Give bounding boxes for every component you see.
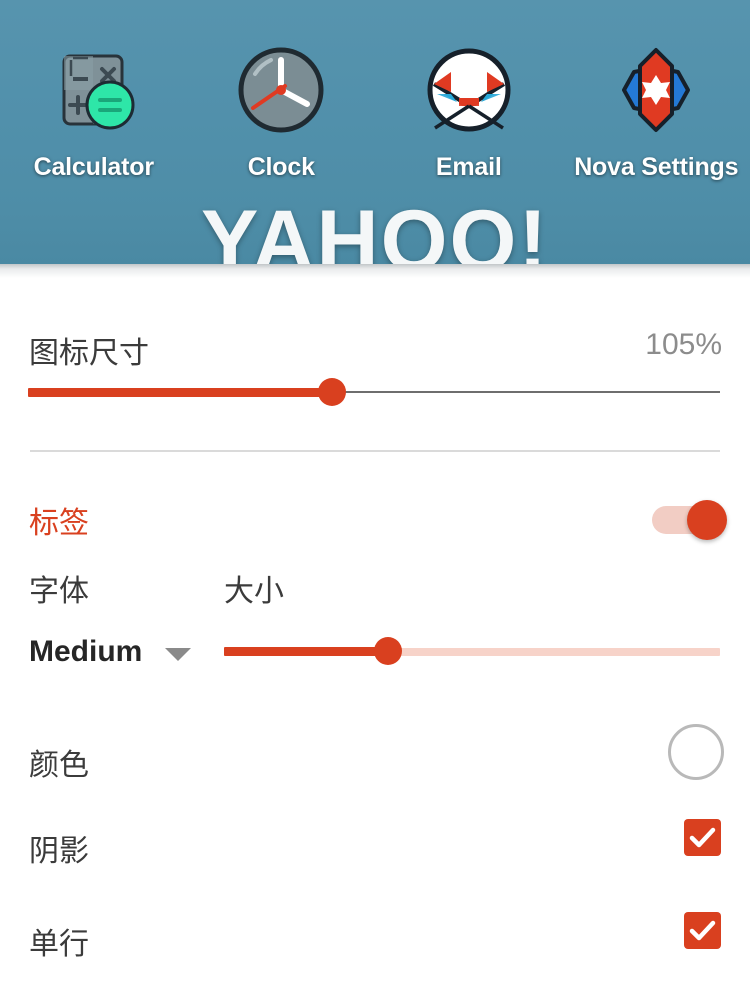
color-swatch-circle[interactable] xyxy=(668,724,724,780)
icon-size-label: 图标尺寸 xyxy=(29,337,149,370)
chevron-down-icon[interactable] xyxy=(165,648,191,661)
toggle-thumb[interactable] xyxy=(687,500,727,540)
email-icon[interactable] xyxy=(421,42,517,138)
color-label: 颜色 xyxy=(29,749,89,782)
shadow-label: 阴影 xyxy=(29,835,89,868)
font-size-slider-thumb[interactable] xyxy=(373,637,402,665)
clock-icon[interactable] xyxy=(233,42,329,138)
nova-launcher-screen: Calculator Clock Email Nova Settings YAH… xyxy=(0,0,750,1007)
setting-row-color[interactable]: 颜色 xyxy=(0,724,750,798)
setting-row-icon-size: 图标尺寸 105% xyxy=(0,312,750,422)
icon-size-slider-fill xyxy=(28,388,333,397)
single-line-checkbox[interactable] xyxy=(684,912,721,949)
app-item-calculator[interactable]: Calculator xyxy=(0,42,188,202)
app-item-email[interactable]: Email xyxy=(375,42,563,202)
icon-size-slider[interactable] xyxy=(28,378,720,406)
setting-row-font-controls: Medium xyxy=(0,629,750,689)
nova-settings-icon[interactable] xyxy=(608,42,704,138)
app-item-nova-settings[interactable]: Nova Settings xyxy=(563,42,750,202)
setting-row-shadow[interactable]: 阴影 xyxy=(0,819,750,875)
panel-top-shadow xyxy=(0,264,750,278)
font-dropdown-value[interactable]: Medium xyxy=(29,635,142,669)
icon-layout-settings-panel: 图标尺寸 105% 标签 字体 大小 Medium 颜色 阴影 单行 xyxy=(0,264,750,1007)
app-label-clock: Clock xyxy=(247,153,315,181)
yahoo-search-widget-text: YAHOO! xyxy=(200,193,550,264)
app-item-clock[interactable]: Clock xyxy=(188,42,376,202)
shadow-checkbox[interactable] xyxy=(684,819,721,856)
app-icon-row: Calculator Clock Email Nova Settings xyxy=(0,42,750,202)
homescreen-preview: Calculator Clock Email Nova Settings YAH… xyxy=(0,0,750,264)
single-line-label: 单行 xyxy=(29,928,89,961)
app-label-nova-settings: Nova Settings xyxy=(574,153,739,181)
check-icon xyxy=(689,920,716,941)
section-divider xyxy=(30,450,720,452)
setting-row-font-headers: 字体 大小 xyxy=(0,566,750,616)
setting-row-single-line[interactable]: 单行 xyxy=(0,912,750,968)
font-size-slider-fill xyxy=(224,647,388,656)
size-header-label: 大小 xyxy=(224,575,284,608)
icon-size-value: 105% xyxy=(645,328,722,361)
check-icon xyxy=(689,827,716,848)
font-size-slider[interactable] xyxy=(224,637,720,665)
label-toggle-switch[interactable] xyxy=(652,500,727,540)
calculator-icon[interactable] xyxy=(46,42,142,138)
app-label-email: Email xyxy=(435,153,502,181)
font-header-label: 字体 xyxy=(29,575,89,608)
setting-row-label[interactable]: 标签 xyxy=(0,490,750,552)
app-label-calculator: Calculator xyxy=(33,153,154,181)
label-switch-label: 标签 xyxy=(29,507,89,540)
